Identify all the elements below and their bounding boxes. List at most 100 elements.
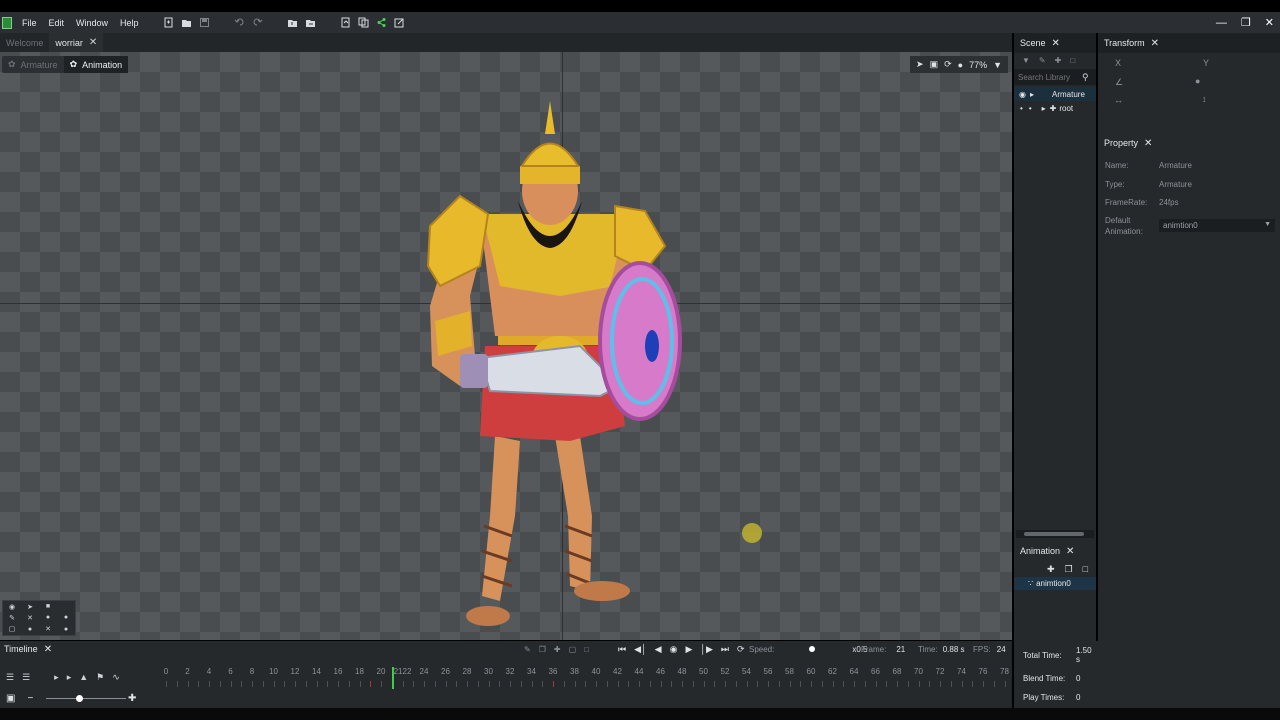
- dot-icon[interactable]: ●: [46, 614, 50, 621]
- brush-icon[interactable]: ✎: [1039, 56, 1046, 65]
- tree-item-root[interactable]: • • ▸ ✚ root: [1014, 101, 1096, 115]
- bone-icon[interactable]: ✚: [554, 645, 561, 654]
- skip-start-icon[interactable]: ⏮: [618, 644, 626, 655]
- zoom-slider-track[interactable]: [46, 698, 126, 699]
- eye-icon[interactable]: ◉: [1019, 90, 1026, 99]
- copy-icon[interactable]: [358, 17, 369, 28]
- next-frame-icon[interactable]: │▶: [700, 644, 713, 655]
- x-icon[interactable]: ✕: [45, 625, 51, 633]
- blend-time-value[interactable]: 0: [1076, 674, 1080, 683]
- search-icon[interactable]: ⚲: [1082, 72, 1089, 83]
- frame-icon[interactable]: ▢: [569, 645, 577, 654]
- key-frame-icon[interactable]: ▸: [54, 672, 59, 683]
- eye-icon[interactable]: ◉: [9, 603, 15, 611]
- warrior-character[interactable]: [420, 96, 690, 636]
- search-input[interactable]: [1018, 72, 1082, 82]
- play-icon[interactable]: ▶: [685, 644, 692, 655]
- window-controls: — ❐ ✕: [1216, 12, 1274, 33]
- key-frame-icon[interactable]: ▸: [67, 672, 72, 683]
- new-file-icon[interactable]: [163, 17, 174, 28]
- zoom-in-icon[interactable]: ✚: [128, 693, 136, 704]
- close-icon[interactable]: ✕: [44, 644, 52, 655]
- scrollbar-thumb[interactable]: [1024, 532, 1084, 536]
- sphere-icon[interactable]: ●: [958, 60, 963, 70]
- edit-icon[interactable]: [394, 17, 405, 28]
- speed-slider-knob[interactable]: [809, 646, 816, 652]
- transform-icon[interactable]: ▣: [930, 59, 939, 70]
- default-animation-select[interactable]: animtion0 ▼: [1159, 219, 1275, 232]
- close-icon[interactable]: ✕: [1066, 546, 1074, 557]
- prev-frame-icon[interactable]: ◀│: [634, 644, 647, 655]
- redo-icon[interactable]: [252, 17, 263, 28]
- share-icon[interactable]: [376, 17, 387, 28]
- publish-icon[interactable]: [340, 17, 351, 28]
- close-window-icon[interactable]: ✕: [1265, 16, 1274, 29]
- skip-end-icon[interactable]: ⏭: [721, 644, 729, 655]
- frame-icon[interactable]: ▢: [9, 625, 16, 633]
- loop-icon[interactable]: ⟳: [737, 644, 745, 655]
- filter-icon[interactable]: ▼: [1022, 56, 1030, 65]
- eraser-icon[interactable]: ✎: [524, 645, 531, 654]
- frame-value[interactable]: 21: [896, 645, 905, 654]
- mode-animation[interactable]: ✿ Animation: [63, 56, 129, 73]
- open-folder-icon[interactable]: [181, 17, 192, 28]
- close-icon[interactable]: ✕: [1144, 138, 1152, 149]
- play-back-icon[interactable]: ◀: [655, 644, 662, 655]
- animation-item[interactable]: ∵ animtion0: [1014, 577, 1096, 590]
- close-icon[interactable]: ✕: [1151, 38, 1159, 49]
- duplicate-icon[interactable]: ❐: [1064, 564, 1072, 575]
- fit-icon[interactable]: ▣: [6, 693, 15, 704]
- key-frame-icon[interactable]: ▲: [79, 672, 88, 683]
- trash-icon[interactable]: □: [1070, 56, 1075, 65]
- dot-icon[interactable]: ●: [28, 626, 32, 633]
- menu-edit[interactable]: Edit: [43, 18, 71, 28]
- lock-icon[interactable]: ■: [46, 603, 50, 610]
- pointer-icon[interactable]: ➤: [27, 603, 33, 611]
- add-icon[interactable]: ✚: [1047, 564, 1055, 575]
- curve-icon[interactable]: ∿: [112, 672, 120, 683]
- menu-window[interactable]: Window: [70, 18, 114, 28]
- zoom-value[interactable]: 77%: [969, 60, 987, 70]
- timeline-ruler[interactable]: 0 2 4 6 8 10 12 14 16 18 20 2122 24 26 28 30 32 34 36 38 40 4…: [160, 661, 1017, 691]
- flag-icon[interactable]: ⚑: [96, 672, 104, 683]
- fps-value[interactable]: 24: [997, 645, 1006, 654]
- menu-help[interactable]: Help: [114, 18, 145, 28]
- expand-arrow-icon[interactable]: ▸: [1030, 90, 1034, 99]
- save-icon[interactable]: [199, 17, 210, 28]
- close-icon[interactable]: ✕: [1052, 38, 1060, 49]
- copy-icon[interactable]: ❐: [539, 645, 546, 654]
- select-arrow-icon[interactable]: ➤: [916, 59, 924, 70]
- tab-welcome[interactable]: Welcome: [0, 33, 49, 52]
- chevron-down-icon[interactable]: ▼: [993, 60, 1002, 70]
- expand-arrow-icon[interactable]: ▸: [1042, 104, 1046, 113]
- import-icon[interactable]: [287, 17, 298, 28]
- tab-worriar[interactable]: worriar ✕: [49, 33, 104, 52]
- playhead[interactable]: [392, 667, 394, 689]
- x-icon[interactable]: ✕: [27, 614, 33, 622]
- restore-icon[interactable]: ❐: [1241, 16, 1251, 29]
- list-icon[interactable]: ☰: [6, 672, 14, 683]
- pencil-icon[interactable]: ✎: [9, 614, 15, 622]
- undo-icon[interactable]: [234, 17, 245, 28]
- mode-armature[interactable]: ✿ Armature: [2, 56, 64, 73]
- bone-icon[interactable]: ✚: [1055, 56, 1062, 65]
- stop-icon[interactable]: ◉: [670, 644, 678, 655]
- dot-icon[interactable]: ●: [64, 626, 68, 633]
- trash-icon[interactable]: □: [584, 645, 589, 654]
- trash-icon[interactable]: □: [1083, 564, 1088, 574]
- close-icon[interactable]: ✕: [89, 37, 97, 48]
- menu-file[interactable]: File: [16, 18, 43, 28]
- export-icon[interactable]: [305, 17, 316, 28]
- framerate-value[interactable]: 24fps: [1159, 198, 1179, 207]
- minimize-icon[interactable]: —: [1216, 17, 1227, 29]
- play-times-value[interactable]: 0: [1076, 693, 1080, 702]
- zoom-slider-knob[interactable]: [76, 695, 83, 702]
- tree-item-armature[interactable]: ◉ ▸ Armature: [1014, 87, 1096, 101]
- zoom-out-icon[interactable]: −: [27, 693, 33, 704]
- stage-viewport[interactable]: ✿ Armature ✿ Animation ➤ ▣ ⟳ ● 77% ▼ ◉ ➤…: [0, 52, 1012, 640]
- dot-icon[interactable]: ●: [64, 614, 68, 621]
- speed-slider-track[interactable]: [780, 645, 844, 653]
- rotate-icon[interactable]: ⟳: [944, 59, 952, 70]
- scene-scrollbar[interactable]: [1016, 530, 1094, 538]
- layers-icon[interactable]: ☰: [22, 672, 30, 683]
